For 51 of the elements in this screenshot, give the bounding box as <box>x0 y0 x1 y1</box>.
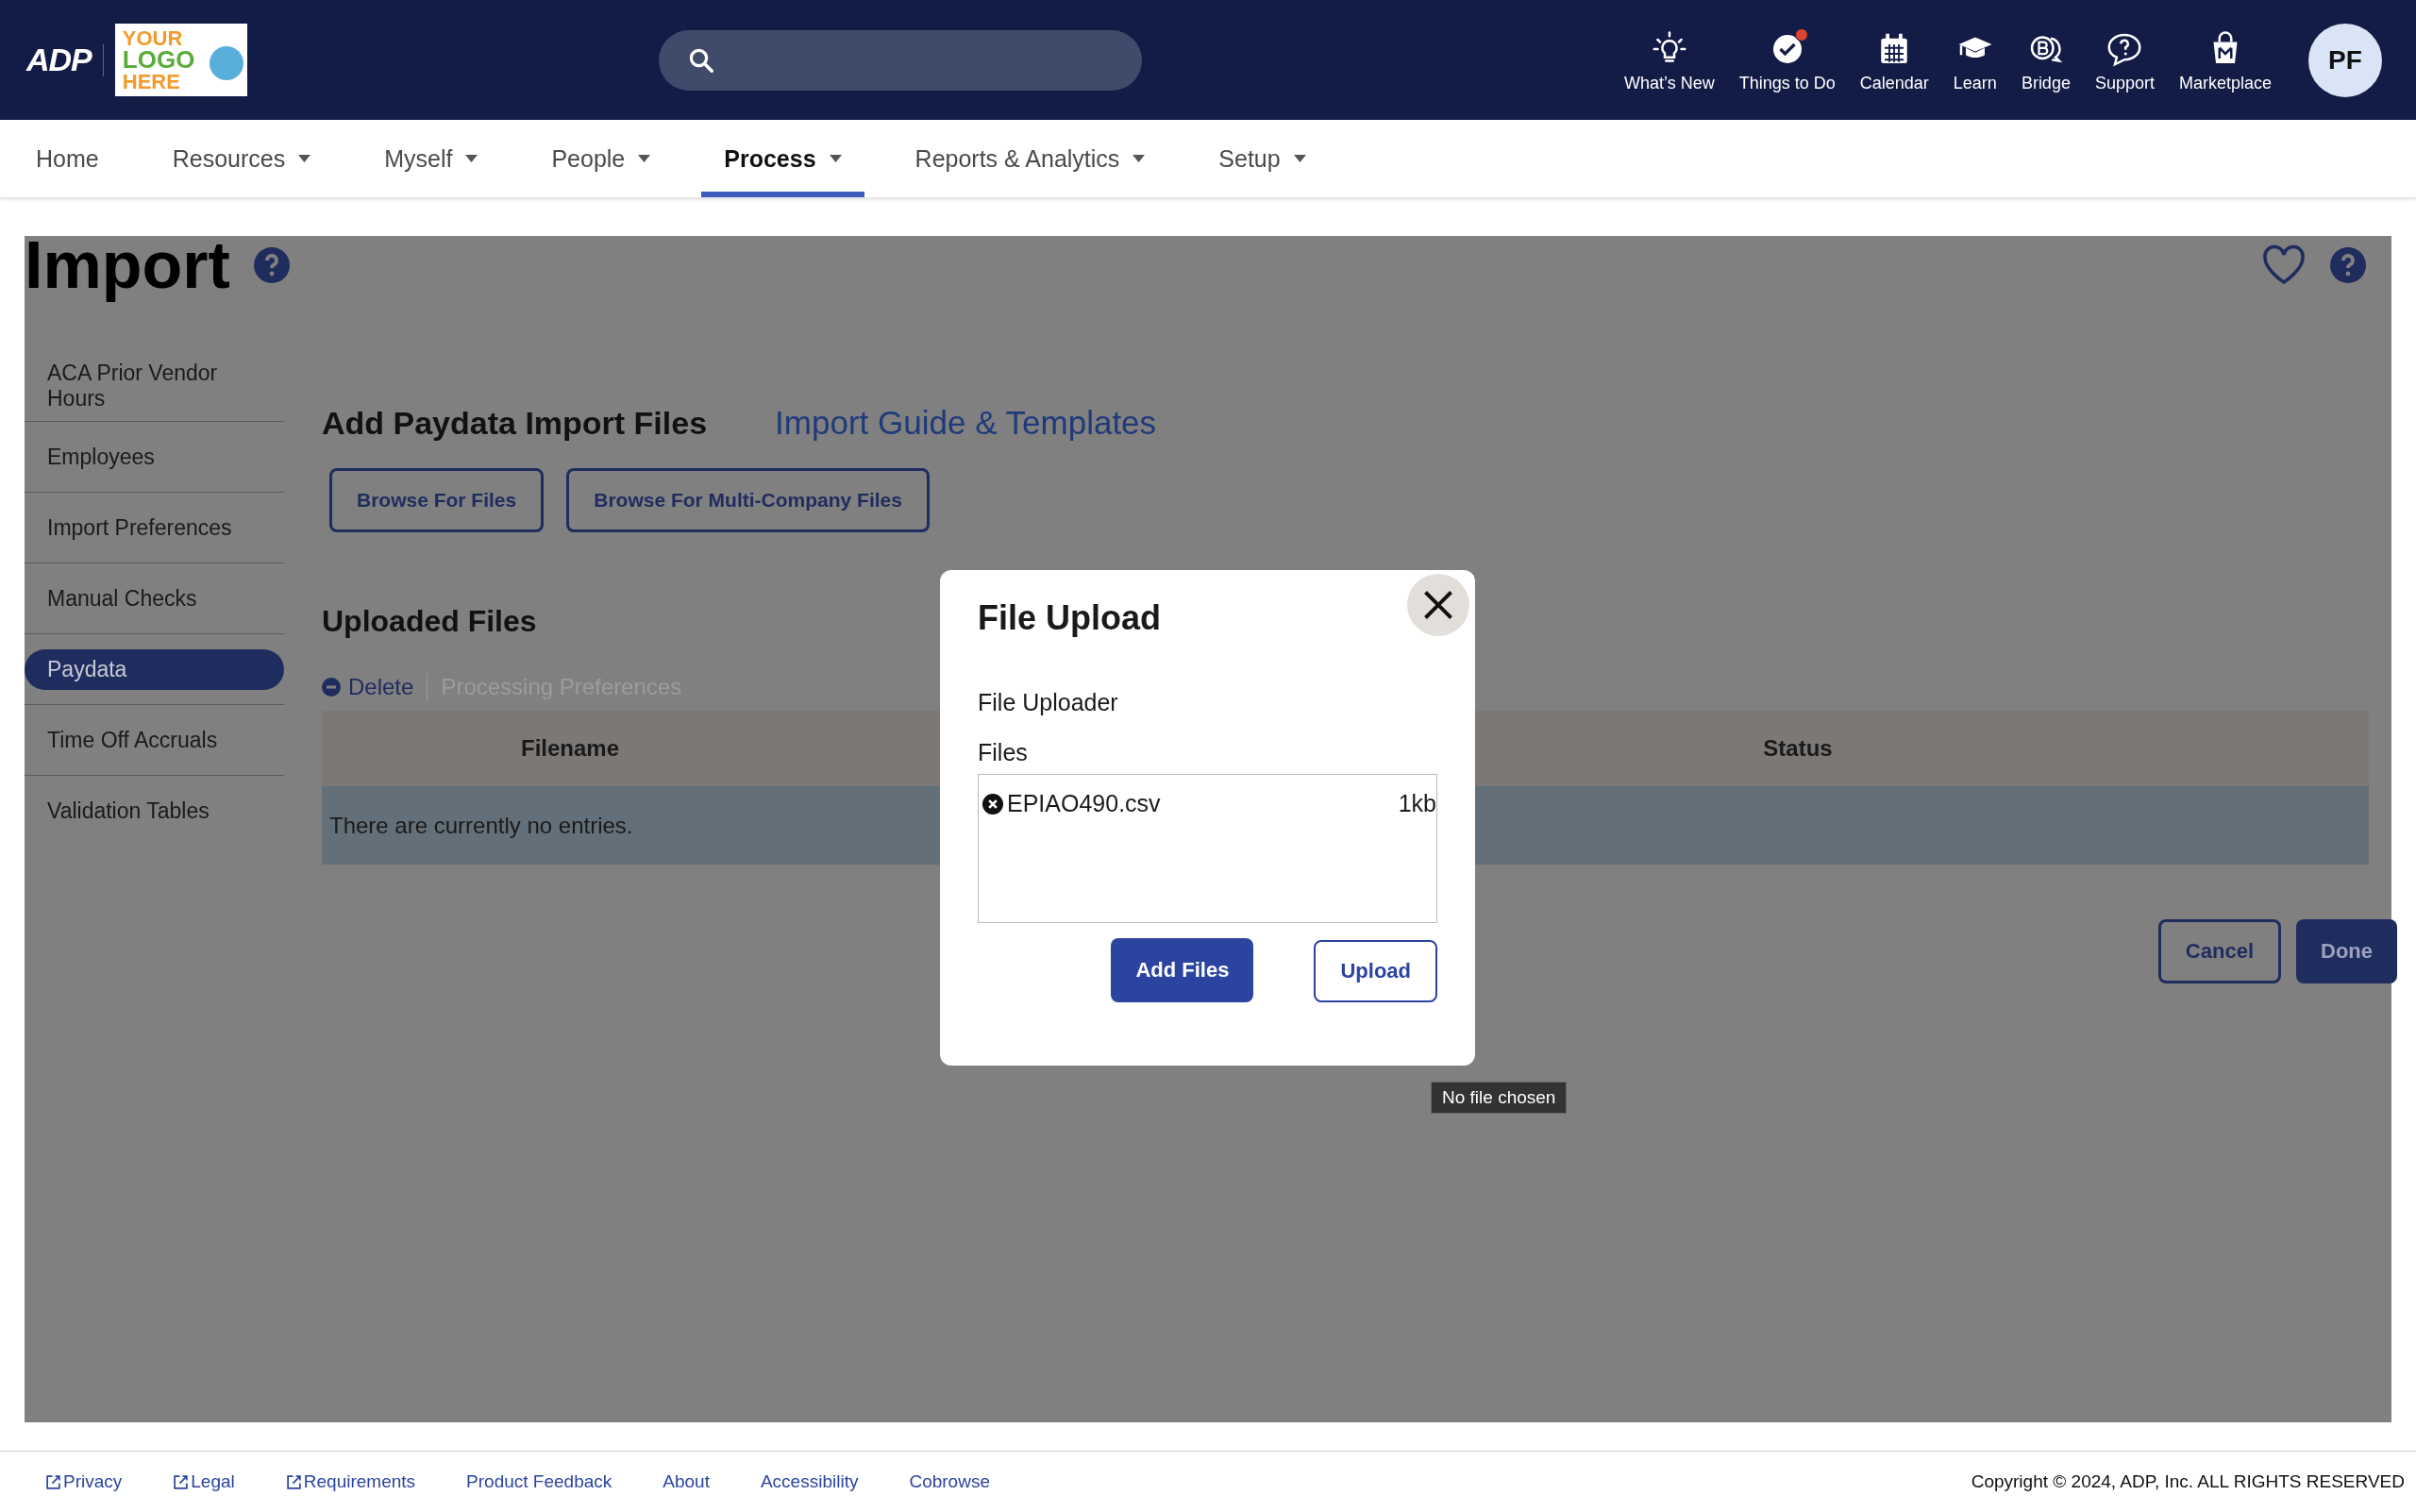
footer-link[interactable]: About <box>663 1471 710 1492</box>
minus-icon <box>322 678 341 697</box>
toolbar-item[interactable]: Bridge <box>2008 26 2083 93</box>
footer-link[interactable]: Requirements <box>285 1471 416 1492</box>
nav-tab[interactable]: Reports & Analytics <box>892 120 1168 197</box>
nav-tab[interactable]: Home <box>13 120 122 197</box>
sidebar-item[interactable]: Validation Tables <box>25 791 284 832</box>
files-label: Files <box>978 739 1029 766</box>
nav-tab[interactable]: Setup <box>1196 120 1329 197</box>
toolbar-item[interactable]: Learn <box>1940 26 2009 93</box>
dialog-title: File Upload <box>978 598 1162 638</box>
remove-icon[interactable] <box>982 793 1003 815</box>
footer-link[interactable]: Accessibility <box>760 1471 859 1492</box>
sidebar-item[interactable]: Import Preferences <box>25 507 284 548</box>
nav-tab[interactable]: Process <box>701 120 864 197</box>
brand-logo[interactable]: ADP <box>26 42 92 78</box>
file-name: EPIAO490.csv <box>1007 790 1161 817</box>
column-header: Status <box>1762 735 1834 762</box>
file-size: 1kb <box>1398 790 1436 817</box>
tooltip: No file chosen <box>1431 1082 1568 1114</box>
help-icon[interactable] <box>252 246 291 284</box>
sidebar-item[interactable]: ACA Prior Vendor Hours <box>25 353 284 419</box>
company-logo: YOUR LOGO HERE <box>114 24 247 96</box>
toolbar-item[interactable]: Marketplace <box>2166 26 2284 93</box>
footer-link[interactable]: Legal <box>173 1471 235 1492</box>
upload-button[interactable]: Upload <box>1314 940 1437 1002</box>
done-button[interactable]: Done <box>2296 919 2397 983</box>
sidebar-item[interactable]: Employees <box>25 436 284 478</box>
footer-link[interactable]: Privacy <box>45 1471 123 1492</box>
nav-tab[interactable]: People <box>528 120 674 197</box>
section-title: Add Paydata Import Files <box>322 405 708 442</box>
sidebar-item[interactable]: Paydata <box>25 648 284 690</box>
footer-link[interactable]: Product Feedback <box>466 1471 612 1492</box>
toolbar-item[interactable]: Things to Do <box>1726 26 1848 93</box>
uploader-label: File Uploader <box>978 689 1119 716</box>
heart-icon[interactable] <box>2261 244 2307 286</box>
nav-tab[interactable]: Resources <box>149 120 334 197</box>
empty-message: There are currently no entries. <box>329 812 633 839</box>
section-title: Uploaded Files <box>322 604 537 639</box>
toolbar-item[interactable]: Support <box>2082 26 2167 93</box>
footer-link[interactable]: Cobrowse <box>909 1471 990 1492</box>
sidebar-item[interactable]: Manual Checks <box>25 578 284 619</box>
sidebar-item[interactable]: Time Off Accruals <box>25 719 284 761</box>
toolbar-item[interactable]: What’s New <box>1612 26 1727 93</box>
user-avatar[interactable]: PF <box>2308 23 2382 97</box>
copyright-text: Copyright © 2024, ADP, Inc. ALL RIGHTS RESERVED <box>1971 1471 2405 1492</box>
toolbar-item[interactable]: Calendar <box>1847 26 1941 93</box>
help-icon[interactable] <box>2329 246 2367 284</box>
add-files-button[interactable]: Add Files <box>1111 938 1254 1002</box>
column-header: Filename <box>519 735 620 762</box>
nav-tab[interactable]: Myself <box>361 120 501 197</box>
